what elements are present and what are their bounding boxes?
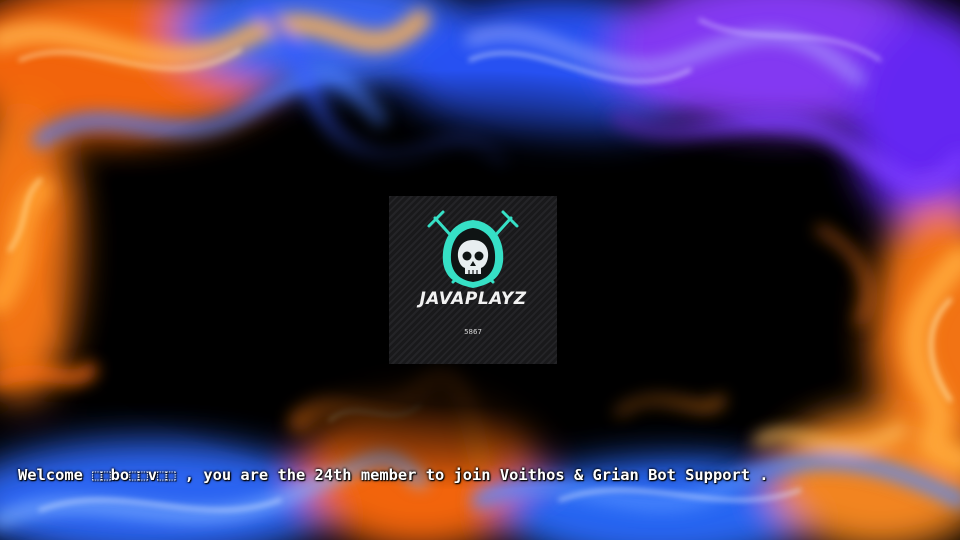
logo-title: JAVAPLAYZ — [419, 289, 527, 309]
welcome-banner: JAVAPLAYZ 5867 Welcome ⬚⬚bo⬚⬚v⬚⬚ , you a… — [0, 0, 960, 540]
logo-tag: 5867 — [464, 328, 482, 336]
welcome-message: Welcome ⬚⬚bo⬚⬚v⬚⬚ , you are the 24th mem… — [18, 466, 769, 484]
hooded-skull-icon — [427, 210, 519, 288]
server-logo: JAVAPLAYZ 5867 — [389, 196, 557, 364]
